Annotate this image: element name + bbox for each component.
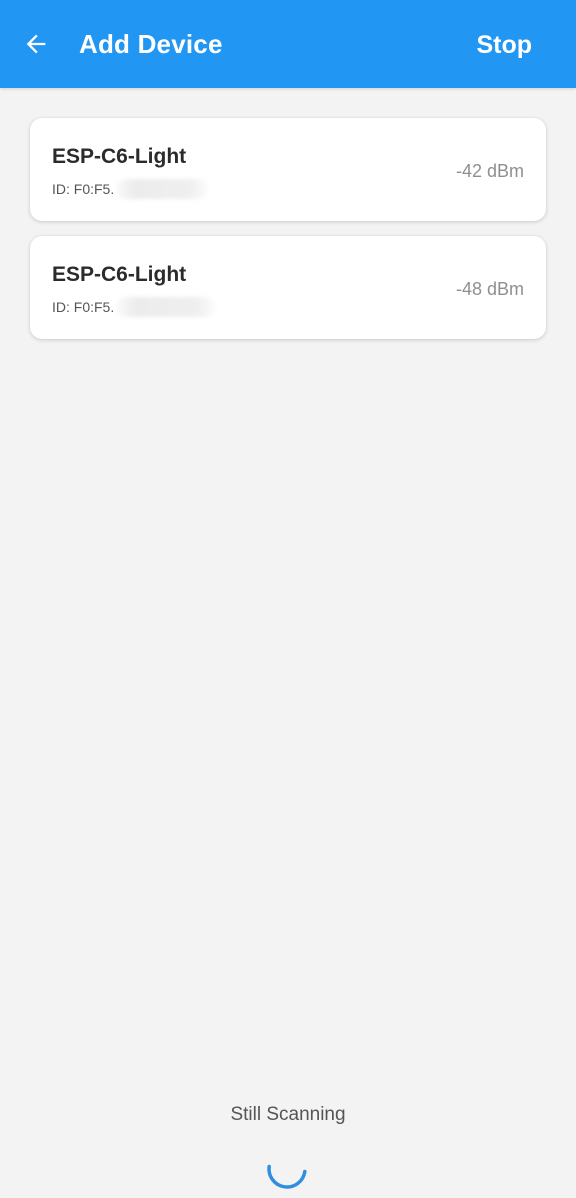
device-name: ESP-C6-Light xyxy=(52,263,187,286)
device-id: ID: F0:F5. xyxy=(52,297,217,317)
app-bar: Add Device Stop xyxy=(0,0,576,88)
add-device-screen: Add Device Stop ESP-C6-Light ID: F0:F5. … xyxy=(0,0,576,1198)
page-title: Add Device xyxy=(79,29,223,59)
loading-spinner-icon xyxy=(267,1164,307,1189)
device-card[interactable]: ESP-C6-Light ID: F0:F5. -42 dBm xyxy=(30,118,546,221)
device-list: ESP-C6-Light ID: F0:F5. -42 dBm ESP-C6-L… xyxy=(30,118,546,354)
device-id-text: ID: F0:F5. xyxy=(52,299,115,315)
scanning-status: Still Scanning xyxy=(230,1104,346,1125)
stop-button[interactable]: Stop xyxy=(476,27,532,63)
back-button[interactable] xyxy=(14,22,58,66)
device-name: ESP-C6-Light xyxy=(52,145,187,168)
device-id-text: ID: F0:F5. xyxy=(52,181,115,197)
redacted-id-overlay xyxy=(116,297,217,317)
device-id: ID: F0:F5. xyxy=(52,179,209,199)
device-signal-strength: -42 dBm xyxy=(455,161,524,181)
device-signal-strength: -48 dBm xyxy=(455,279,524,299)
redacted-id-overlay xyxy=(116,179,209,199)
device-card[interactable]: ESP-C6-Light ID: F0:F5. -48 dBm xyxy=(30,236,546,339)
arrow-left-icon xyxy=(26,34,46,54)
